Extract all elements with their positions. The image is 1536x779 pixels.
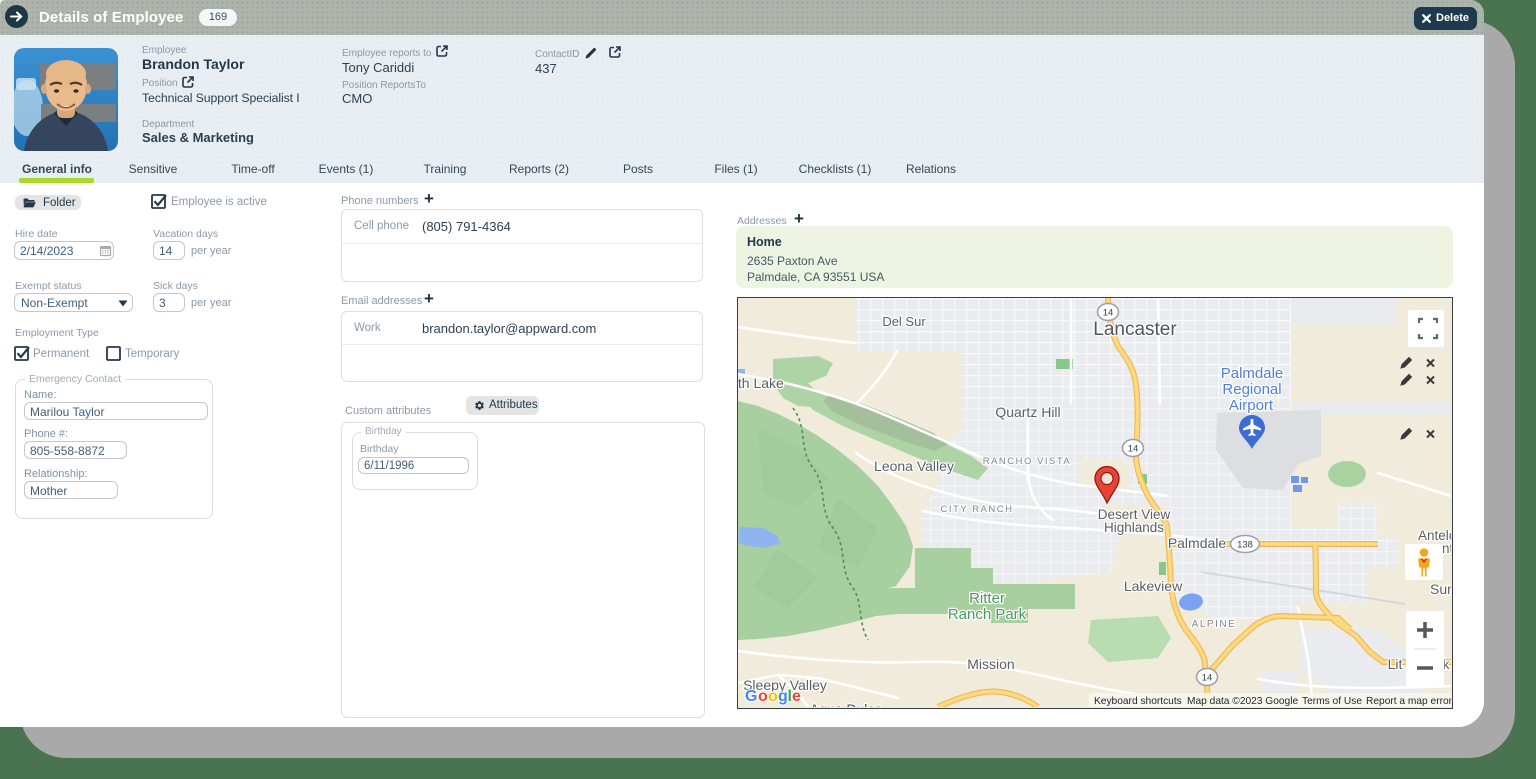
svg-text:Report a map error: Report a map error bbox=[1366, 696, 1451, 707]
svg-text:RANCHO VISTA: RANCHO VISTA bbox=[983, 456, 1072, 467]
svg-text:Lakeview: Lakeview bbox=[1124, 578, 1183, 594]
svg-text:Palmdale: Palmdale bbox=[1221, 365, 1284, 382]
svg-text:o: o bbox=[758, 688, 768, 705]
svg-text:ALPINE: ALPINE bbox=[1192, 619, 1237, 630]
svg-text:Lit: Lit bbox=[1388, 656, 1403, 672]
svg-text:14: 14 bbox=[1103, 308, 1114, 319]
svg-text:Map data ©2023 Google: Map data ©2023 Google bbox=[1187, 696, 1298, 707]
svg-text:Agua Dulce: Agua Dulce bbox=[810, 701, 883, 707]
svg-text:Palmdale: Palmdale bbox=[1168, 535, 1227, 551]
svg-text:Terms of Use: Terms of Use bbox=[1302, 696, 1362, 707]
svg-text:Elizabeth Lake: Elizabeth Lake bbox=[738, 375, 784, 391]
svg-text:Quartz Hill: Quartz Hill bbox=[995, 404, 1060, 420]
svg-text:14: 14 bbox=[1202, 673, 1213, 684]
svg-text:o: o bbox=[768, 688, 778, 705]
svg-text:Airport: Airport bbox=[1229, 397, 1274, 414]
svg-text:14: 14 bbox=[1128, 444, 1139, 455]
svg-text:Keyboard shortcuts: Keyboard shortcuts bbox=[1094, 696, 1182, 707]
svg-text:Lancaster: Lancaster bbox=[1093, 319, 1177, 340]
svg-text:Sun: Sun bbox=[1430, 581, 1451, 597]
svg-text:Leona Valley: Leona Valley bbox=[874, 458, 954, 474]
svg-text:Mission: Mission bbox=[967, 656, 1014, 672]
svg-text:CITY RANCH: CITY RANCH bbox=[941, 504, 1014, 515]
svg-text:nte: nte bbox=[1442, 541, 1451, 556]
svg-text:Ritter: Ritter bbox=[969, 590, 1005, 607]
svg-text:e: e bbox=[792, 688, 801, 705]
svg-text:Del Sur: Del Sur bbox=[882, 314, 926, 329]
svg-text:Regional: Regional bbox=[1222, 381, 1281, 398]
svg-text:G: G bbox=[745, 688, 757, 705]
svg-text:138: 138 bbox=[1237, 540, 1253, 551]
svg-text:Highlands: Highlands bbox=[1104, 520, 1164, 535]
svg-text:Ranch Park: Ranch Park bbox=[948, 606, 1027, 623]
svg-text:g: g bbox=[778, 688, 788, 705]
